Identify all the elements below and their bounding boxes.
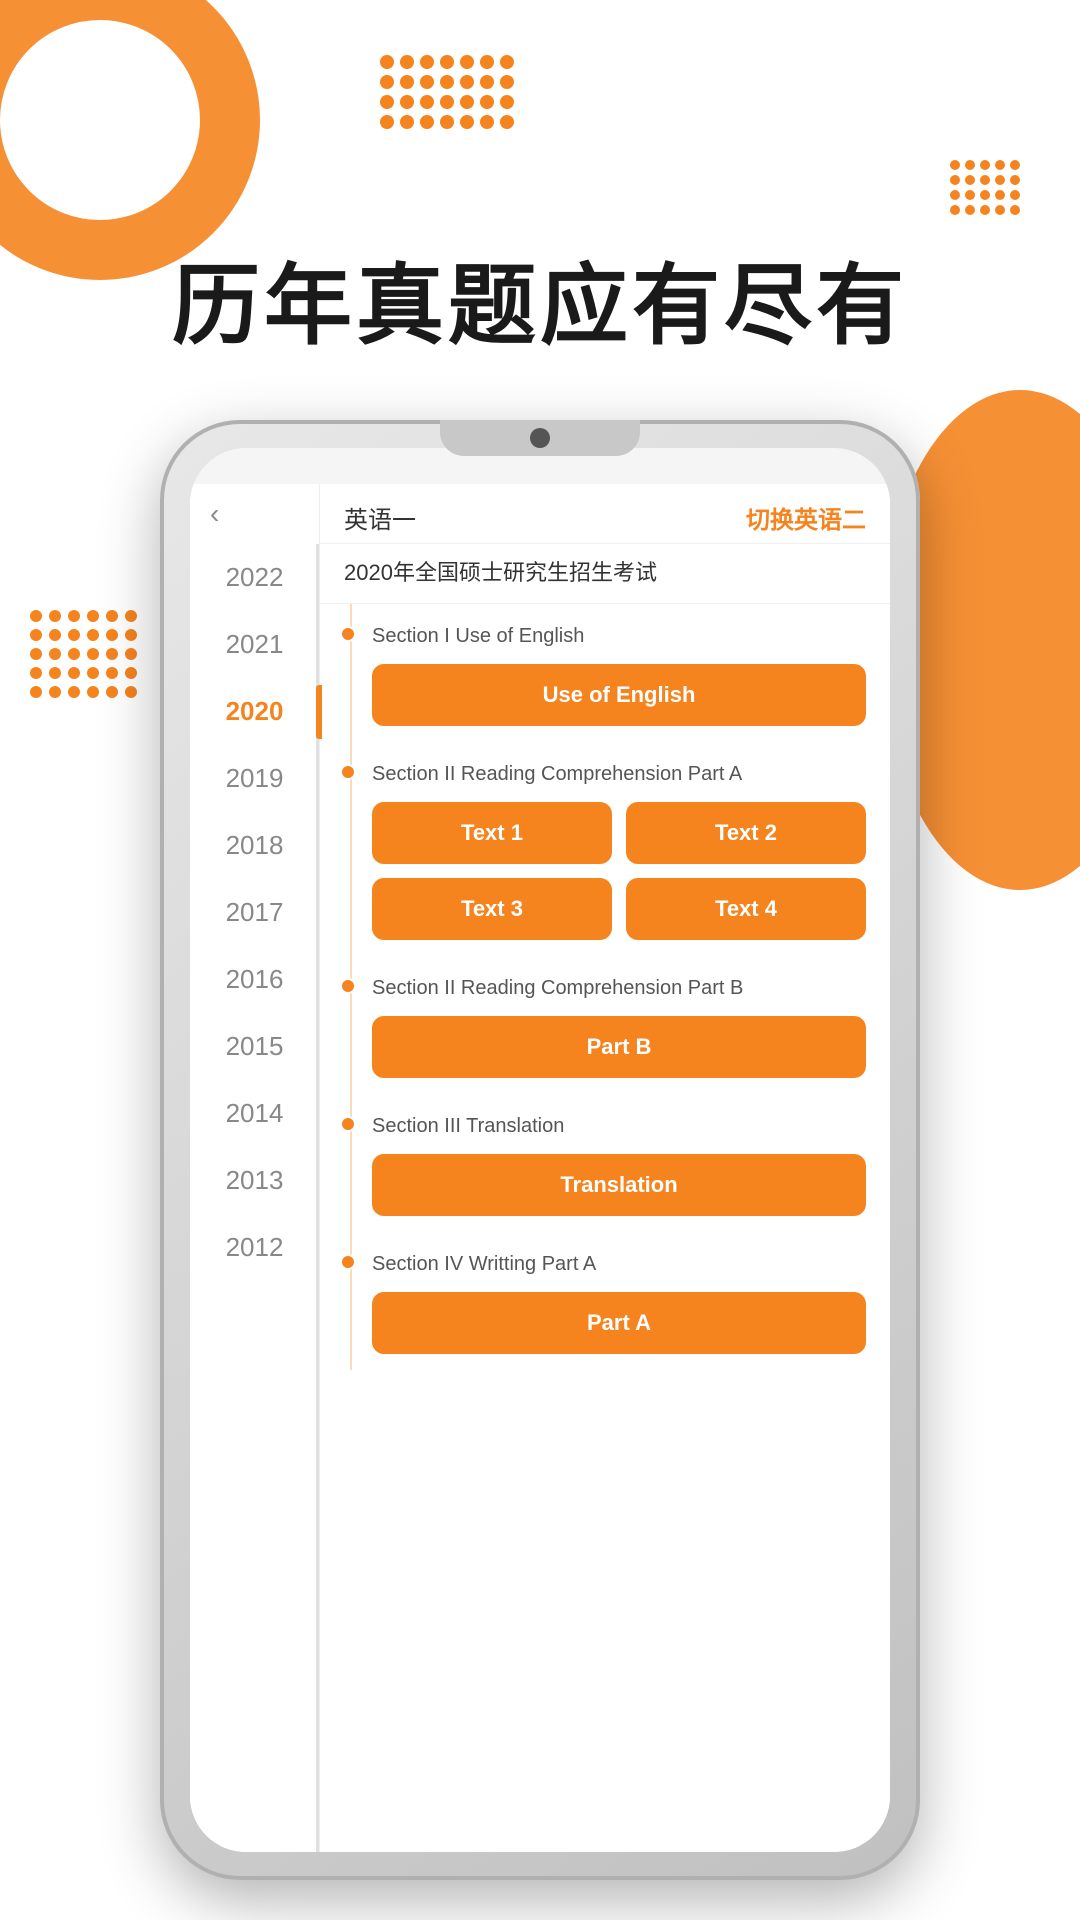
year-item-2019[interactable]: 2019 [190,745,319,812]
sections-container: Section I Use of English Use of English … [320,604,890,1370]
section-5-label: Section IV Writting Part A [372,1250,866,1278]
lang-switch-button[interactable]: 切换英语二 [746,500,866,535]
section-5-row: Section IV Writting Part A Part A [320,1232,890,1370]
content-header: 英语一 切换英语二 [320,484,890,544]
phone-mockup: ‹ 2022 2021 2020 2019 2018 2017 2016 201… [160,420,920,1880]
section-5-buttons: Part A [372,1292,866,1354]
page-heading: 历年真题应有尽有 [0,235,1080,362]
text1-button[interactable]: Text 1 [372,802,612,864]
text4-button[interactable]: Text 4 [626,878,866,940]
main-content-area: 英语一 切换英语二 2020年全国硕士研究生招生考试 Section I Use… [320,484,890,1852]
section-3-buttons: Part B [372,1016,866,1078]
year-item-2022[interactable]: 2022 [190,544,319,611]
exam-title: 2020年全国硕士研究生招生考试 [320,544,890,604]
year-item-2015[interactable]: 2015 [190,1013,319,1080]
phone-notch [440,420,640,456]
year-item-2021[interactable]: 2021 [190,611,319,678]
year-item-2020[interactable]: 2020 [190,678,319,745]
section-4-buttons: Translation [372,1154,866,1216]
part-a-button[interactable]: Part A [372,1292,866,1354]
section-5-dot [340,1254,356,1270]
phone-inner: ‹ 2022 2021 2020 2019 2018 2017 2016 201… [190,448,890,1852]
use-of-english-button[interactable]: Use of English [372,664,866,726]
year-item-2012[interactable]: 2012 [190,1214,319,1281]
section-4-label: Section III Translation [372,1112,866,1140]
back-button[interactable]: ‹ [210,498,219,530]
section-1-buttons: Use of English [372,664,866,726]
section-2-buttons: Text 1 Text 2 Text 3 Text 4 [372,802,866,940]
text3-button[interactable]: Text 3 [372,878,612,940]
bg-dots-left-mid [30,610,137,698]
year-item-2013[interactable]: 2013 [190,1147,319,1214]
section-4-dot [340,1116,356,1132]
text2-button[interactable]: Text 2 [626,802,866,864]
part-b-button[interactable]: Part B [372,1016,866,1078]
section-1-label: Section I Use of English [372,622,866,650]
section-1-dot [340,626,356,642]
year-item-2017[interactable]: 2017 [190,879,319,946]
bg-dots-top-center [380,55,514,129]
year-sidebar: ‹ 2022 2021 2020 2019 2018 2017 2016 201… [190,484,320,1852]
lang-title: 英语一 [344,500,416,535]
section-4-row: Section III Translation Translation [320,1094,890,1232]
section-3-label: Section II Reading Comprehension Part B [372,974,866,1002]
phone-outer: ‹ 2022 2021 2020 2019 2018 2017 2016 201… [160,420,920,1880]
screen-content: ‹ 2022 2021 2020 2019 2018 2017 2016 201… [190,484,890,1852]
section-2-label: Section II Reading Comprehension Part A [372,760,866,788]
year-item-2016[interactable]: 2016 [190,946,319,1013]
section-2-dot [340,764,356,780]
section-1-row: Section I Use of English Use of English [320,604,890,742]
section-3-row: Section II Reading Comprehension Part B … [320,956,890,1094]
translation-button[interactable]: Translation [372,1154,866,1216]
phone-camera [530,428,550,448]
bg-dots-top-right [950,160,1020,215]
section-2-row: Section II Reading Comprehension Part A … [320,742,890,956]
year-item-2014[interactable]: 2014 [190,1080,319,1147]
year-item-2018[interactable]: 2018 [190,812,319,879]
section-3-dot [340,978,356,994]
